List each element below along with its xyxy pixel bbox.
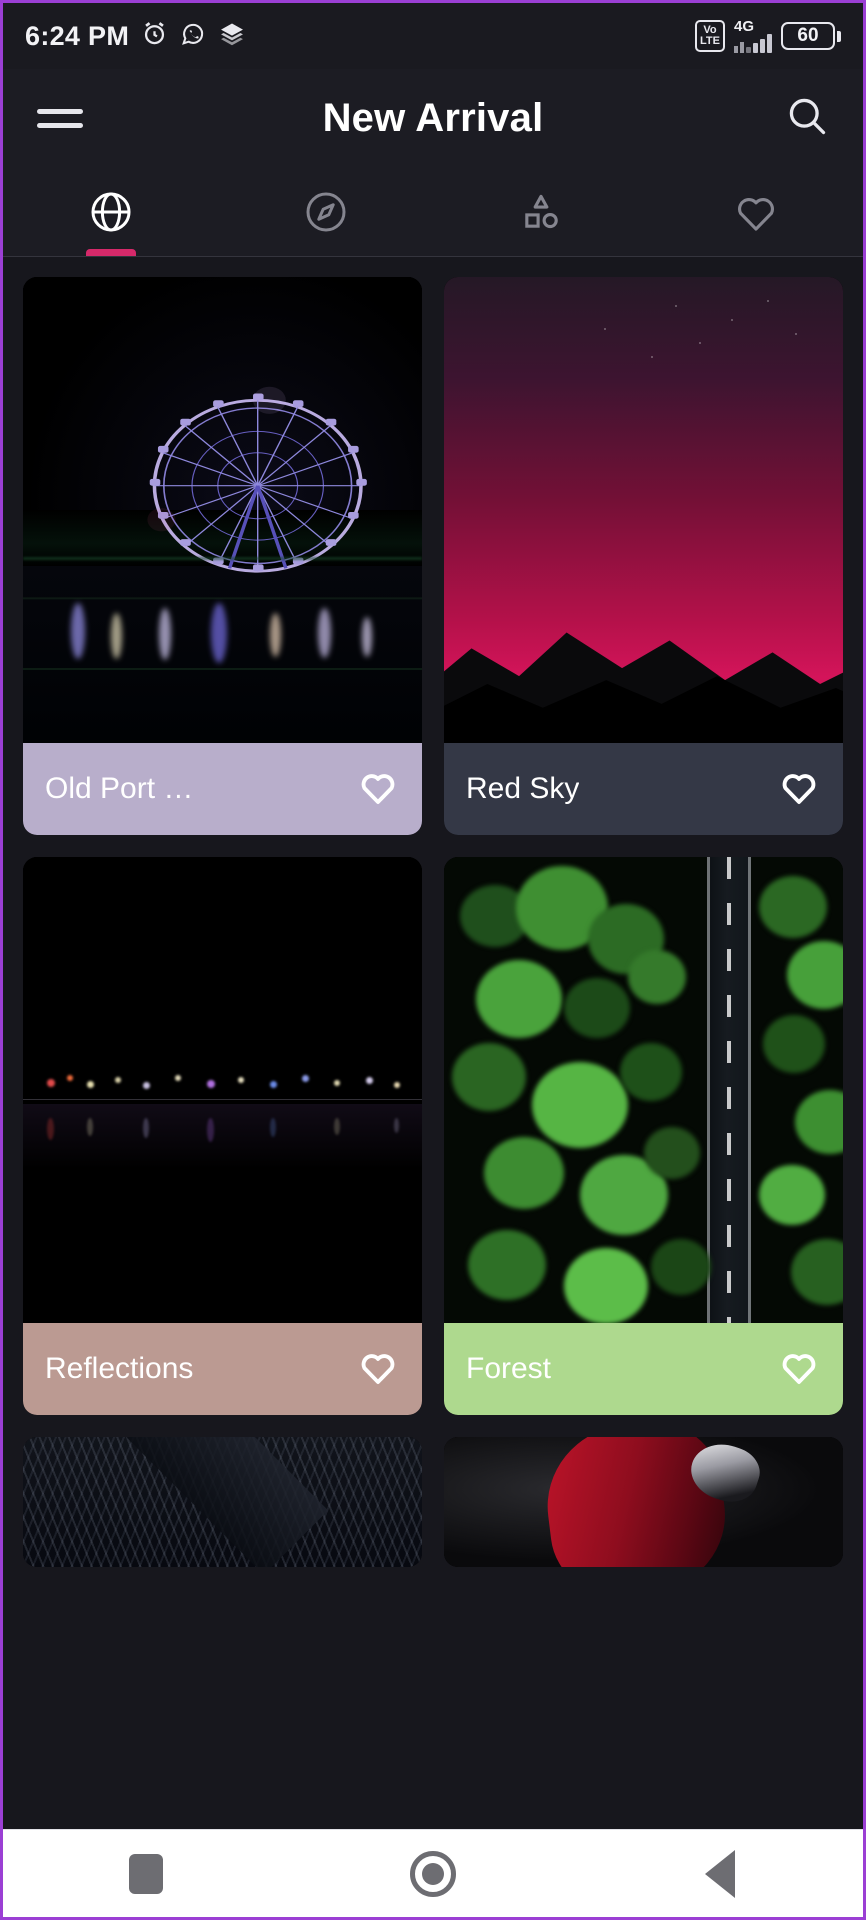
red-sky-artwork (444, 277, 843, 743)
battery-indicator: 60 (781, 22, 841, 50)
tab-active-indicator (301, 249, 351, 256)
menu-icon-line (37, 109, 83, 114)
wallpaper-card[interactable]: Reflections (23, 857, 422, 1415)
signal-strength-icon (746, 34, 772, 53)
status-time: 6:24 PM (25, 21, 129, 52)
wallpaper-card[interactable] (23, 1437, 422, 1567)
wallpaper-grid-container[interactable]: Old Port … (3, 257, 863, 1829)
alarm-icon (141, 20, 168, 52)
wallpaper-label-bar: Old Port … (23, 743, 422, 835)
status-bar-left: 6:24 PM (25, 20, 246, 53)
heart-icon (731, 187, 781, 237)
wallpaper-title: Forest (466, 1352, 551, 1386)
wallpaper-card[interactable] (444, 1437, 843, 1567)
building-artwork (23, 1437, 422, 1567)
search-button[interactable] (785, 94, 829, 143)
volte-icon: Vo LTE (695, 20, 725, 52)
wallpaper-thumbnail[interactable] (444, 1437, 843, 1567)
home-icon (410, 1851, 456, 1897)
favorite-button[interactable] (356, 765, 400, 814)
wallpaper-thumbnail[interactable] (444, 857, 843, 1323)
home-button[interactable] (373, 1830, 493, 1918)
tab-favorites[interactable] (648, 167, 863, 256)
wallpaper-label-bar: Red Sky (444, 743, 843, 835)
network-generation: 4G (734, 19, 754, 34)
hero-artwork (444, 1437, 843, 1567)
tab-shapes[interactable] (433, 167, 648, 256)
page-title: New Arrival (3, 96, 863, 141)
search-icon (785, 94, 829, 143)
shapes-icon (516, 187, 566, 237)
wallpaper-label-bar: Reflections (23, 1323, 422, 1415)
road-marking (727, 857, 731, 1323)
volte-line-2: LTE (700, 36, 720, 47)
wallpaper-label-bar: Forest (444, 1323, 843, 1415)
favorite-button[interactable] (777, 1345, 821, 1394)
reflections-artwork (23, 857, 422, 1323)
back-icon (705, 1850, 735, 1898)
wallpaper-thumbnail[interactable] (23, 857, 422, 1323)
ferris-wheel-artwork (23, 277, 422, 743)
battery-level: 60 (781, 22, 835, 50)
recents-button[interactable] (86, 1830, 206, 1918)
wallpaper-card[interactable]: Forest (444, 857, 843, 1415)
road (707, 857, 751, 1323)
tab-active-indicator (86, 249, 136, 256)
menu-icon-line (37, 123, 83, 128)
status-bar: 6:24 PM (3, 3, 863, 69)
app-bar: New Arrival (3, 69, 863, 167)
wallpaper-grid: Old Port … (3, 257, 863, 1567)
heart-outline-icon (777, 765, 821, 814)
wallpaper-thumbnail[interactable] (444, 277, 843, 743)
phone-screen: 6:24 PM (0, 0, 866, 1920)
tab-bar (3, 167, 863, 257)
wallpaper-title: Reflections (45, 1352, 193, 1386)
back-button[interactable] (660, 1830, 780, 1918)
compass-icon (302, 188, 350, 236)
heart-outline-icon (777, 1345, 821, 1394)
tab-explore[interactable] (218, 167, 433, 256)
menu-button[interactable] (37, 109, 83, 128)
wallpaper-card[interactable]: Red Sky (444, 277, 843, 835)
favorite-button[interactable] (777, 765, 821, 814)
city-skyline (23, 1062, 422, 1104)
recents-icon (129, 1854, 163, 1894)
wallpaper-thumbnail[interactable] (23, 1437, 422, 1567)
battery-tip (837, 31, 841, 42)
heart-outline-icon (356, 765, 400, 814)
whatsapp-icon (180, 21, 206, 52)
data-activity-icon (734, 41, 744, 53)
android-navigation-bar (3, 1829, 863, 1917)
wallpaper-title: Red Sky (466, 772, 579, 806)
forest-artwork (444, 857, 843, 1323)
status-bar-right: Vo LTE 4G 60 (695, 19, 841, 53)
wallpaper-title: Old Port … (45, 772, 193, 806)
tab-globe[interactable] (3, 167, 218, 256)
wallpaper-card[interactable]: Old Port … (23, 277, 422, 835)
tab-active-indicator (516, 249, 566, 256)
favorite-button[interactable] (356, 1345, 400, 1394)
globe-icon (87, 188, 135, 236)
tab-active-indicator (731, 249, 781, 256)
layers-icon (218, 20, 246, 53)
wallpaper-thumbnail[interactable] (23, 277, 422, 743)
heart-outline-icon (356, 1345, 400, 1394)
network-indicator: 4G (734, 19, 772, 53)
